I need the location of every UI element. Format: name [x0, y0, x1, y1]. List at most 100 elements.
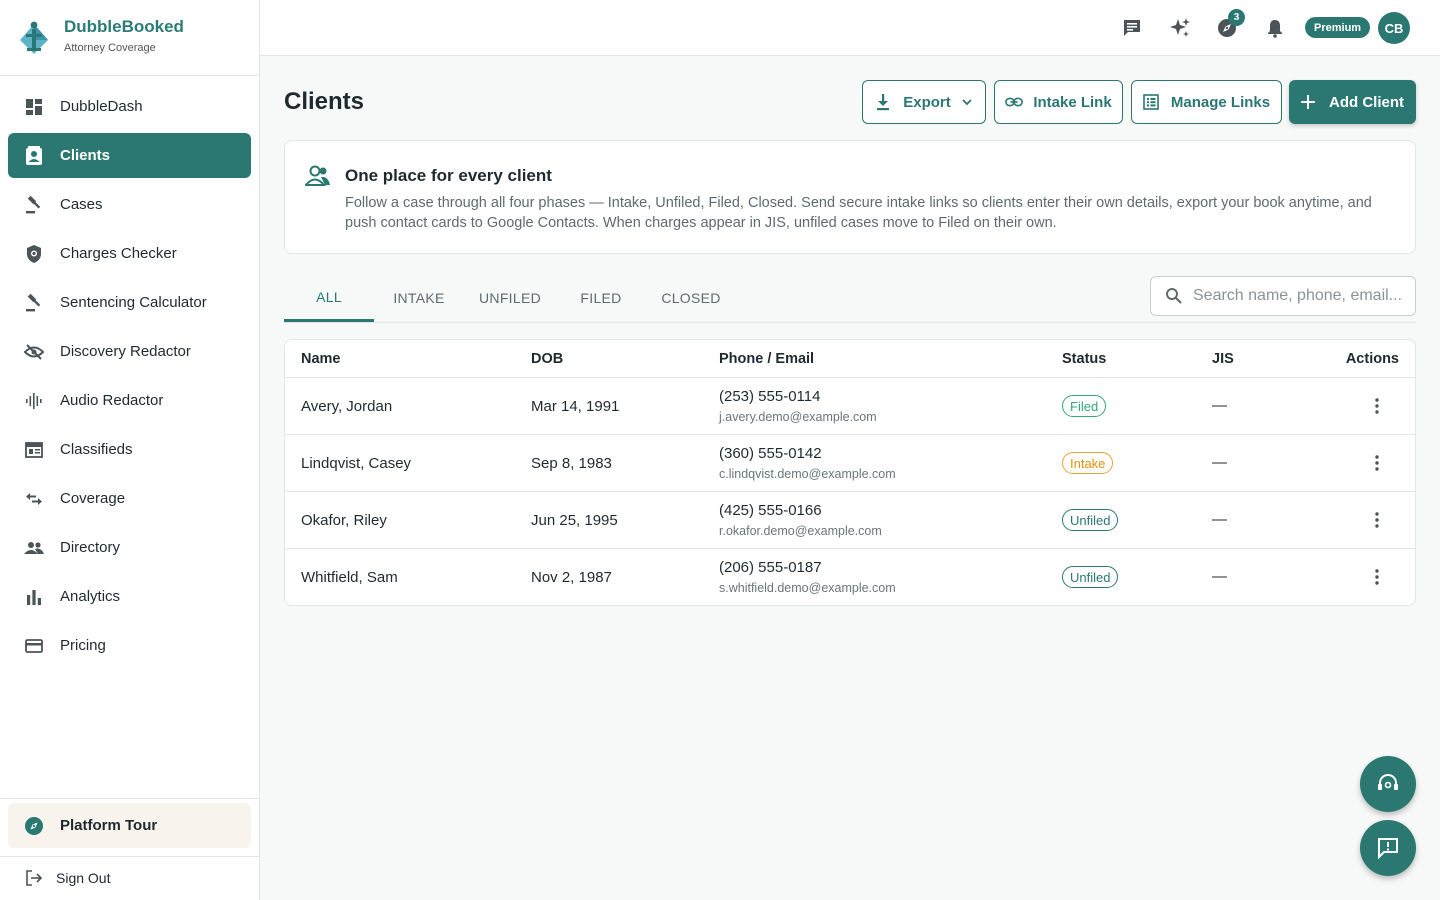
tab-closed[interactable]: CLOSED [646, 274, 736, 322]
client-jis: — [1212, 511, 1227, 528]
client-name[interactable]: Avery, Jordan [301, 398, 392, 415]
plus-icon [1301, 93, 1319, 111]
sign-out-button[interactable]: Sign Out [24, 868, 110, 888]
sidebar-item-label: DubbleDash [60, 98, 143, 115]
sidebar-item-directory[interactable]: Directory [8, 525, 251, 570]
brand[interactable]: DubbleBooked Attorney Coverage [0, 0, 259, 76]
sidebar-divider [0, 856, 259, 857]
list-icon [1143, 93, 1161, 111]
tab-unfiled[interactable]: UNFILED [464, 274, 556, 322]
bell-icon[interactable] [1263, 16, 1287, 40]
column-header-dob[interactable]: DOB [531, 351, 563, 367]
table-header: Name DOB Phone / Email Status JIS Action… [285, 340, 1415, 378]
status-badge: Unfiled [1062, 566, 1119, 588]
sidebar-nav: DubbleDash Clients Cases Charges Checker… [0, 76, 259, 668]
gavel-icon [24, 195, 44, 215]
clients-table: Name DOB Phone / Email Status JIS Action… [284, 339, 1416, 606]
add-client-label: Add Client [1329, 93, 1404, 111]
page-title: Clients [284, 88, 365, 115]
more-vertical-icon[interactable] [1367, 453, 1387, 473]
info-title: One place for every client [345, 166, 552, 185]
export-button[interactable]: Export [862, 80, 986, 124]
search-icon [1166, 288, 1182, 304]
people-icon [24, 538, 44, 558]
client-name[interactable]: Okafor, Riley [301, 512, 387, 529]
brand-logo-icon [20, 21, 48, 54]
sidebar-item-analytics[interactable]: Analytics [8, 574, 251, 619]
table-row[interactable]: Okafor, Riley Jun 25, 1995 (425) 555-016… [285, 492, 1415, 549]
sparkle-icon[interactable] [1168, 16, 1192, 40]
client-email: s.whitfield.demo@example.com [719, 581, 896, 595]
bar-chart-icon [24, 587, 44, 607]
client-jis: — [1212, 454, 1227, 471]
sidebar-item-coverage[interactable]: Coverage [8, 476, 251, 521]
brand-name: DubbleBooked [64, 17, 184, 36]
status-tabs: ALL INTAKE UNFILED FILED CLOSED [284, 274, 1416, 323]
link-icon [1005, 93, 1024, 111]
chat-icon[interactable] [1120, 16, 1144, 40]
notification-count-badge: 3 [1228, 9, 1245, 26]
export-label: Export [903, 93, 951, 111]
contact-card-icon [24, 145, 44, 166]
sidebar-item-label: Clients [60, 147, 111, 164]
newspaper-icon [24, 440, 44, 460]
sidebar-item-dubbledash[interactable]: DubbleDash [8, 84, 251, 129]
brand-subtitle: Attorney Coverage [64, 42, 156, 54]
manage-links-label: Manage Links [1170, 93, 1271, 111]
column-header-actions: Actions [1345, 351, 1399, 367]
sidebar-item-clients[interactable]: Clients [8, 133, 251, 178]
sidebar-item-label: Discovery Redactor [60, 343, 191, 360]
status-badge: Unfiled [1062, 509, 1119, 531]
sidebar-item-classifieds[interactable]: Classifieds [8, 427, 251, 472]
eye-off-icon [24, 342, 44, 362]
column-header-status[interactable]: Status [1062, 351, 1106, 367]
sidebar-item-audio-redactor[interactable]: Audio Redactor [8, 378, 251, 423]
client-phone: (360) 555-0142 [719, 445, 822, 462]
sidebar-item-pricing[interactable]: Pricing [8, 623, 251, 668]
feedback-fab[interactable] [1360, 820, 1416, 876]
manage-links-button[interactable]: Manage Links [1131, 80, 1282, 124]
support-fab[interactable] [1360, 756, 1416, 812]
sidebar-item-label: Analytics [60, 588, 121, 605]
client-dob: Sep 8, 1983 [531, 455, 612, 472]
sidebar-item-label: Pricing [60, 637, 106, 654]
sidebar-item-cases[interactable]: Cases [8, 182, 251, 227]
table-row[interactable]: Whitfield, Sam Nov 2, 1987 (206) 555-018… [285, 549, 1415, 605]
info-card: One place for every client Follow a case… [284, 140, 1416, 254]
client-name[interactable]: Lindqvist, Casey [301, 455, 411, 472]
column-header-name[interactable]: Name [301, 351, 341, 367]
intake-link-label: Intake Link [1033, 93, 1112, 111]
sidebar-item-discovery-redactor[interactable]: Discovery Redactor [8, 329, 251, 374]
sidebar-item-sentencing-calculator[interactable]: Sentencing Calculator [8, 280, 251, 325]
more-vertical-icon[interactable] [1367, 567, 1387, 587]
column-header-phone-email[interactable]: Phone / Email [719, 351, 814, 367]
sidebar: DubbleBooked Attorney Coverage DubbleDas… [0, 0, 260, 900]
more-vertical-icon[interactable] [1367, 396, 1387, 416]
client-jis: — [1212, 568, 1227, 585]
premium-badge[interactable]: Premium [1305, 17, 1371, 38]
avatar[interactable]: CB [1378, 12, 1410, 44]
more-vertical-icon[interactable] [1367, 510, 1387, 530]
tab-filed[interactable]: FILED [556, 274, 646, 322]
dashboard-icon [24, 97, 44, 117]
download-icon [875, 93, 893, 111]
add-client-button[interactable]: Add Client [1289, 80, 1416, 124]
compass-icon [25, 816, 43, 835]
intake-link-button[interactable]: Intake Link [994, 80, 1123, 124]
column-header-jis[interactable]: JIS [1212, 351, 1234, 367]
client-phone: (425) 555-0166 [719, 502, 822, 519]
search-box [1150, 276, 1416, 316]
sidebar-item-label: Coverage [60, 490, 126, 507]
client-jis: — [1212, 397, 1227, 414]
tab-intake[interactable]: INTAKE [374, 274, 464, 322]
sidebar-item-charges-checker[interactable]: Charges Checker [8, 231, 251, 276]
table-row[interactable]: Lindqvist, Casey Sep 8, 1983 (360) 555-0… [285, 435, 1415, 492]
credit-card-icon [24, 636, 44, 656]
tab-all[interactable]: ALL [284, 274, 374, 322]
platform-tour-button[interactable]: Platform Tour [8, 803, 251, 848]
search-input[interactable] [1193, 287, 1413, 305]
shield-search-icon [24, 244, 44, 264]
table-row[interactable]: Avery, Jordan Mar 14, 1991 (253) 555-011… [285, 378, 1415, 435]
client-email: c.lindqvist.demo@example.com [719, 467, 896, 481]
client-name[interactable]: Whitfield, Sam [301, 569, 398, 586]
